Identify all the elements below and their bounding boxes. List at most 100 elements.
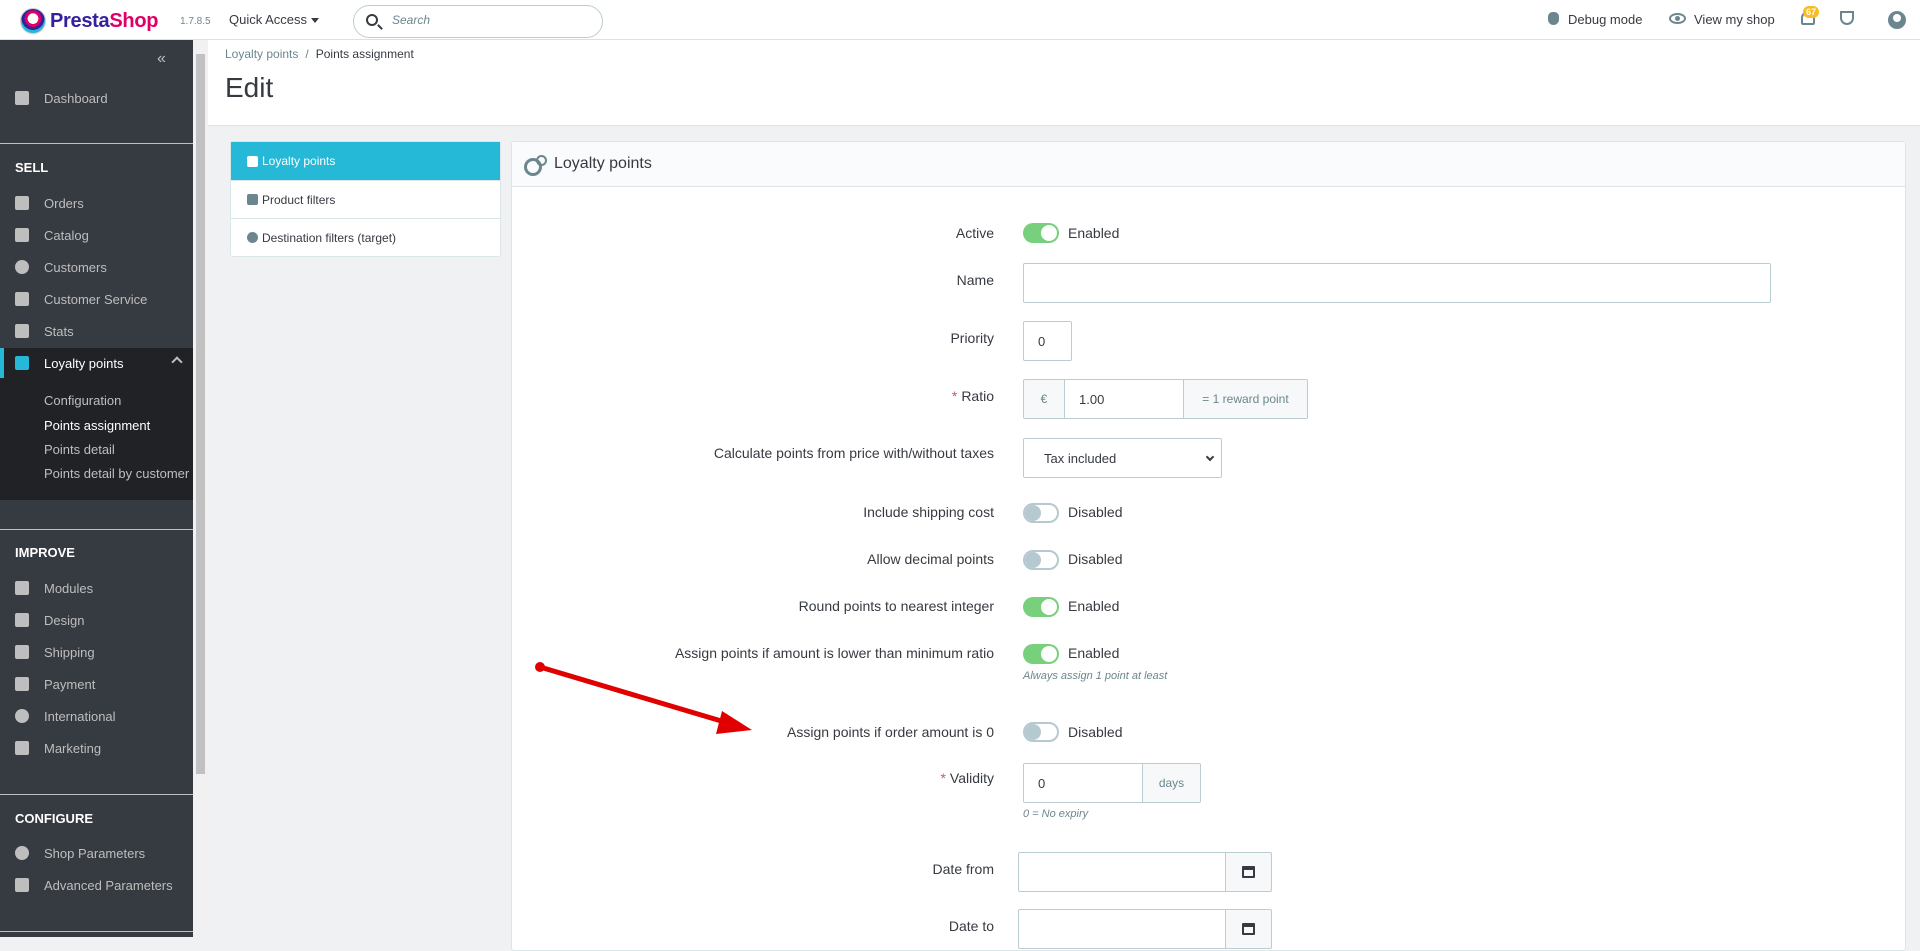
ratio-input[interactable]: 1.00 <box>1064 379 1184 419</box>
search-icon <box>366 14 378 26</box>
search-input[interactable] <box>392 13 582 27</box>
trophy-button[interactable] <box>1840 11 1862 27</box>
sidebar-item-label: Loyalty points <box>44 355 124 371</box>
sidebar-item-payment[interactable]: Payment <box>0 669 193 699</box>
arrow-tail <box>535 662 545 672</box>
tab-label: Loyalty points <box>262 154 336 168</box>
sidebar-item-customer-service[interactable]: Customer Service <box>0 284 193 314</box>
sidebar-item-catalog[interactable]: Catalog <box>0 220 193 250</box>
puzzle-icon <box>15 581 29 595</box>
debug-mode-link[interactable]: Debug mode <box>1546 11 1642 27</box>
validity-input[interactable]: 0 <box>1023 763 1143 803</box>
sidebar-divider <box>0 529 193 530</box>
ratio-currency-addon: € <box>1023 379 1065 419</box>
label-column: Active Name Priority * Ratio Calculate po… <box>512 142 994 942</box>
active-switch[interactable] <box>1023 223 1059 243</box>
date-to-input[interactable] <box>1018 909 1226 949</box>
field-label-date-to: Date to <box>948 918 994 934</box>
prestashop-logo-icon <box>20 8 46 34</box>
sidebar-item-label: Customers <box>44 259 107 275</box>
sidebar-item-shipping[interactable]: Shipping <box>0 637 193 667</box>
zero-amount-switch[interactable] <box>1023 722 1059 742</box>
sidebar-item-customers[interactable]: Customers <box>0 252 193 282</box>
priority-input[interactable]: 0 <box>1023 321 1072 361</box>
switch-knob <box>1041 225 1057 241</box>
decimal-state-label: Disabled <box>1068 551 1123 567</box>
arrow-head <box>716 711 752 734</box>
calc-taxes-select[interactable]: Tax included <box>1023 438 1222 478</box>
breadcrumb-parent[interactable]: Loyalty points <box>225 47 298 61</box>
red-annotation-arrow <box>535 662 752 734</box>
decimal-switch[interactable] <box>1023 550 1059 570</box>
sidebar-item-label: Payment <box>44 676 96 692</box>
breadcrumb-current: Points assignment <box>315 47 414 61</box>
switch-knob <box>1041 646 1057 662</box>
search-box[interactable] <box>353 5 603 38</box>
lower-ratio-state-label: Enabled <box>1068 645 1120 661</box>
name-input[interactable] <box>1023 263 1771 303</box>
sidebar-item-modules[interactable]: Modules <box>0 573 193 603</box>
switch-knob <box>1025 724 1041 740</box>
required-marker: * <box>940 770 946 786</box>
submenu-item-configuration[interactable]: Configuration <box>44 393 121 408</box>
field-label-shipping: Include shipping cost <box>863 504 994 520</box>
quick-access-dropdown[interactable]: Quick Access <box>229 12 320 27</box>
eye-icon <box>1669 11 1688 27</box>
lower-ratio-switch[interactable] <box>1023 644 1059 664</box>
date-to-calendar-button[interactable] <box>1225 909 1272 949</box>
sidebar-item-label: Design <box>44 612 85 628</box>
tab-destination-filters[interactable]: Destination filters (target) <box>231 218 500 256</box>
prestashop-logo[interactable]: PrestaShop <box>20 8 158 34</box>
switch-knob <box>1041 599 1057 615</box>
trending-up-icon <box>15 91 29 105</box>
date-from-input[interactable] <box>1018 852 1226 892</box>
globe-icon <box>247 232 258 243</box>
required-marker: * <box>951 388 958 404</box>
sidebar-item-label: Marketing <box>44 740 102 756</box>
field-label-active: Active <box>955 225 994 241</box>
sidebar-item-design[interactable]: Design <box>0 605 193 635</box>
arrow-shaft <box>537 664 731 726</box>
submenu-item-points-detail-by-customer[interactable]: Points detail by customer <box>44 466 189 481</box>
round-switch[interactable] <box>1023 597 1059 617</box>
breadcrumb: Loyalty points / Points assignment <box>225 47 414 61</box>
sidebar-item-label: Customer Service <box>44 291 148 307</box>
sidebar-item-label: Orders <box>44 195 84 211</box>
sidebar-item-marketing[interactable]: Marketing <box>0 733 193 763</box>
sidebar-item-stats[interactable]: Stats <box>0 316 193 346</box>
chat-icon <box>15 292 29 306</box>
collapse-sidebar-icon[interactable]: « <box>157 50 166 68</box>
date-from-calendar-button[interactable] <box>1225 852 1272 892</box>
sidebar-item-advanced-parameters[interactable]: Advanced Parameters <box>0 870 193 900</box>
sidebar-scrollbar[interactable] <box>193 40 208 937</box>
desktop-icon <box>15 613 29 627</box>
scrollbar-thumb[interactable] <box>196 54 205 774</box>
tab-loyalty-points[interactable]: Loyalty points <box>231 142 500 180</box>
quick-access-label: Quick Access <box>229 12 308 27</box>
submenu-item-points-assignment[interactable]: Points assignment <box>44 418 150 433</box>
field-label-zero-amount: Assign points if order amount is 0 <box>787 724 994 740</box>
select-value: Tax included <box>1044 450 1117 466</box>
sidebar-item-dashboard[interactable]: Dashboard <box>0 83 193 113</box>
breadcrumb-separator: / <box>305 47 309 61</box>
sidebar-item-loyalty-points[interactable]: Loyalty points <box>0 348 193 378</box>
gears-icon <box>247 155 258 167</box>
shipping-switch[interactable] <box>1023 503 1059 523</box>
sidebar-item-orders[interactable]: Orders <box>0 188 193 218</box>
sidebar-item-label: Stats <box>44 323 74 339</box>
page-header: Loyalty points / Points assignment Edit <box>208 40 1920 126</box>
employee-menu-button[interactable] <box>1888 11 1906 29</box>
field-label-text: Ratio <box>961 388 994 404</box>
sidebar-item-international[interactable]: International <box>0 701 193 731</box>
submenu-item-points-detail[interactable]: Points detail <box>44 442 115 457</box>
view-shop-link[interactable]: View my shop <box>1669 11 1775 27</box>
sidebar-item-shop-parameters[interactable]: Shop Parameters <box>0 838 193 868</box>
sidebar-item-label: International <box>44 708 116 724</box>
bug-icon <box>1546 11 1562 27</box>
settings-box-icon <box>15 878 29 892</box>
tab-product-filters[interactable]: Product filters <box>231 180 500 218</box>
round-state-label: Enabled <box>1068 598 1120 614</box>
field-label-decimal: Allow decimal points <box>867 551 994 567</box>
view-shop-label: View my shop <box>1694 11 1775 27</box>
logo-text-presta: Presta <box>50 9 110 32</box>
